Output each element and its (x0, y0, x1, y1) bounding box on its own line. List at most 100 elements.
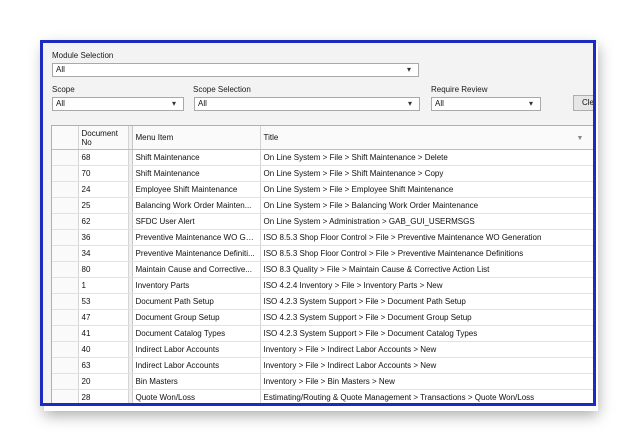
cell-title[interactable]: ISO 8.5.3 Shop Floor Control > File > Pr… (260, 229, 593, 246)
module-selection-value: All (56, 65, 65, 74)
table-row[interactable]: 70 Shift Maintenance On Line System > File… (52, 165, 593, 182)
table-row[interactable]: 34 Preventive Maintenance Definiti... ISO … (52, 245, 593, 262)
chevron-down-icon: ▾ (529, 99, 534, 108)
row-indicator[interactable] (52, 389, 79, 403)
table-row[interactable]: 63 Indirect Labor Accounts Inventory > Fil… (52, 357, 593, 374)
cell-document-no[interactable]: 36 (78, 229, 129, 246)
cell-title[interactable]: On Line System > File > Shift Maintenanc… (260, 149, 593, 166)
module-selection-label: Module Selection (52, 51, 114, 60)
module-selection-dropdown[interactable]: All ▾ (52, 63, 419, 77)
table-row[interactable]: 47 Document Group Setup ISO 4.2.3 System S… (52, 309, 593, 326)
table-row[interactable]: 1 Inventory Parts ISO 4.2.4 Inventory > Fi… (52, 277, 593, 294)
cell-title[interactable]: On Line System > File > Shift Maintenanc… (260, 165, 593, 182)
row-indicator[interactable] (52, 277, 79, 294)
row-indicator[interactable] (52, 293, 79, 310)
cell-document-no[interactable]: 41 (78, 325, 129, 342)
cell-document-no[interactable]: 47 (78, 309, 129, 326)
cell-menu-item[interactable]: Preventive Maintenance Definiti... (132, 245, 261, 262)
cell-menu-item[interactable]: Indirect Labor Accounts (132, 357, 261, 374)
require-review-dropdown[interactable]: All ▾ (431, 97, 541, 111)
cell-title[interactable]: ISO 8.3 Quality > File > Maintain Cause … (260, 261, 593, 278)
table-row[interactable]: 36 Preventive Maintenance WO Ge... ISO 8.5… (52, 229, 593, 246)
cell-document-no[interactable]: 40 (78, 341, 129, 358)
cell-document-no[interactable]: 34 (78, 245, 129, 262)
cell-document-no[interactable]: 53 (78, 293, 129, 310)
column-header-title[interactable]: Title ▼ (260, 126, 593, 150)
cell-title[interactable]: On Line System > Administration > GAB_GU… (260, 213, 593, 230)
table-row[interactable]: 25 Balancing Work Order Mainten... On Line… (52, 197, 593, 214)
column-header-title-label: Title (263, 133, 279, 142)
chevron-down-icon: ▾ (407, 65, 412, 74)
cell-menu-item[interactable]: Bin Masters (132, 373, 261, 390)
table-row[interactable]: 53 Document Path Setup ISO 4.2.3 System Su… (52, 293, 593, 310)
table-row[interactable]: 80 Maintain Cause and Corrective... ISO 8.… (52, 261, 593, 278)
table-row[interactable]: 68 Shift Maintenance On Line System > File… (52, 149, 593, 166)
cell-title[interactable]: ISO 8.5.3 Shop Floor Control > File > Pr… (260, 245, 593, 262)
documents-table: Document No Menu Item Title ▼ 68 Shift Ma… (52, 126, 593, 403)
cell-title[interactable]: ISO 4.2.3 System Support > File > Docume… (260, 293, 593, 310)
table-body: 68 Shift Maintenance On Line System > File… (52, 149, 593, 403)
clear-button[interactable]: Cle (573, 95, 593, 111)
row-indicator[interactable] (52, 341, 79, 358)
table-row[interactable]: 20 Bin Masters Inventory > File > Bin Mast… (52, 373, 593, 390)
row-indicator[interactable] (52, 181, 79, 198)
row-indicator[interactable] (52, 165, 79, 182)
require-review-label: Require Review (431, 85, 488, 94)
table-row[interactable]: 41 Document Catalog Types ISO 4.2.3 System… (52, 325, 593, 342)
cell-title[interactable]: On Line System > File > Employee Shift M… (260, 181, 593, 198)
cell-menu-item[interactable]: SFDC User Alert (132, 213, 261, 230)
table-row[interactable]: 28 Quote Won/Loss Estimating/Routing & Quo… (52, 389, 593, 403)
cell-document-no[interactable]: 1 (78, 277, 129, 294)
documents-grid: Document No Menu Item Title ▼ 68 Shift Ma… (51, 125, 593, 403)
row-indicator[interactable] (52, 325, 79, 342)
cell-document-no[interactable]: 20 (78, 373, 129, 390)
cell-menu-item[interactable]: Maintain Cause and Corrective... (132, 261, 261, 278)
row-indicator[interactable] (52, 309, 79, 326)
cell-menu-item[interactable]: Employee Shift Maintenance (132, 181, 261, 198)
cell-menu-item[interactable]: Document Path Setup (132, 293, 261, 310)
cell-title[interactable]: Estimating/Routing & Quote Management > … (260, 389, 593, 403)
row-indicator[interactable] (52, 245, 79, 262)
column-header-document-no[interactable]: Document No (78, 126, 129, 150)
table-row[interactable]: 24 Employee Shift Maintenance On Line Syst… (52, 181, 593, 198)
cell-title[interactable]: Inventory > File > Indirect Labor Accoun… (260, 357, 593, 374)
cell-title[interactable]: ISO 4.2.4 Inventory > File > Inventory P… (260, 277, 593, 294)
cell-menu-item[interactable]: Document Group Setup (132, 309, 261, 326)
cell-menu-item[interactable]: Quote Won/Loss (132, 389, 261, 403)
cell-menu-item[interactable]: Inventory Parts (132, 277, 261, 294)
scope-selection-value: All (198, 99, 207, 108)
row-indicator[interactable] (52, 357, 79, 374)
cell-document-no[interactable]: 62 (78, 213, 129, 230)
table-row[interactable]: 62 SFDC User Alert On Line System > Admini… (52, 213, 593, 230)
row-indicator[interactable] (52, 197, 79, 214)
cell-menu-item[interactable]: Indirect Labor Accounts (132, 341, 261, 358)
scope-selection-dropdown[interactable]: All ▾ (194, 97, 420, 111)
cell-document-no[interactable]: 68 (78, 149, 129, 166)
cell-document-no[interactable]: 24 (78, 181, 129, 198)
row-indicator[interactable] (52, 229, 79, 246)
cell-title[interactable]: Inventory > File > Indirect Labor Accoun… (260, 341, 593, 358)
cell-document-no[interactable]: 80 (78, 261, 129, 278)
cell-menu-item[interactable]: Document Catalog Types (132, 325, 261, 342)
cell-document-no[interactable]: 25 (78, 197, 129, 214)
column-header-menu-item[interactable]: Menu Item (132, 126, 261, 150)
cell-menu-item[interactable]: Shift Maintenance (132, 165, 261, 182)
cell-title[interactable]: ISO 4.2.3 System Support > File > Docume… (260, 325, 593, 342)
cell-title[interactable]: Inventory > File > Bin Masters > New (260, 373, 593, 390)
scope-dropdown[interactable]: All ▾ (52, 97, 184, 111)
sort-desc-icon[interactable]: ▼ (577, 134, 584, 143)
cell-menu-item[interactable]: Preventive Maintenance WO Ge... (132, 229, 261, 246)
row-indicator[interactable] (52, 149, 79, 166)
cell-menu-item[interactable]: Shift Maintenance (132, 149, 261, 166)
cell-document-no[interactable]: 28 (78, 389, 129, 403)
cell-document-no[interactable]: 70 (78, 165, 129, 182)
row-indicator[interactable] (52, 373, 79, 390)
row-indicator[interactable] (52, 261, 79, 278)
cell-title[interactable]: ISO 4.2.3 System Support > File > Docume… (260, 309, 593, 326)
row-indicator[interactable] (52, 213, 79, 230)
table-row[interactable]: 40 Indirect Labor Accounts Inventory > Fil… (52, 341, 593, 358)
cell-title[interactable]: On Line System > File > Balancing Work O… (260, 197, 593, 214)
cell-document-no[interactable]: 63 (78, 357, 129, 374)
chevron-down-icon: ▾ (172, 99, 177, 108)
cell-menu-item[interactable]: Balancing Work Order Mainten... (132, 197, 261, 214)
